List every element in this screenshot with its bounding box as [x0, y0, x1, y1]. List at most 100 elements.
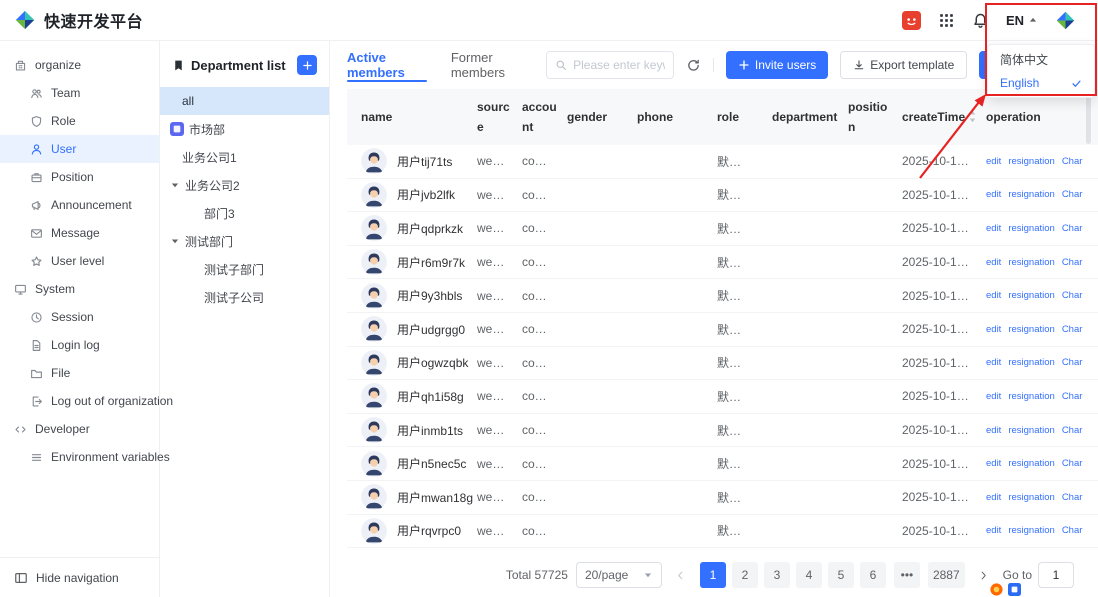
change-department-link[interactable]: Char: [1062, 257, 1083, 268]
change-department-link[interactable]: Char: [1062, 425, 1083, 436]
invite-users-button[interactable]: Invite users: [726, 51, 828, 79]
edit-link[interactable]: edit: [986, 223, 1001, 234]
department-item-测试子部门[interactable]: 测试子部门: [160, 255, 329, 283]
edit-link[interactable]: edit: [986, 189, 1001, 200]
table-row: 用户qdprkzkwe…co…默…2025-10-1…editresignati…: [347, 212, 1098, 246]
edit-link[interactable]: edit: [986, 425, 1001, 436]
sidebar-item-login-log[interactable]: Login log: [0, 331, 159, 359]
page-button-4[interactable]: 4: [796, 562, 822, 588]
column-header-account: account: [522, 97, 567, 138]
change-department-link[interactable]: Char: [1062, 290, 1083, 301]
change-department-link[interactable]: Char: [1062, 324, 1083, 335]
hide-navigation-button[interactable]: Hide navigation: [0, 557, 159, 597]
change-department-link[interactable]: Char: [1062, 357, 1083, 368]
refresh-icon[interactable]: [686, 58, 701, 73]
column-header-createTime[interactable]: createTime: [902, 107, 986, 127]
sidebar-item-user[interactable]: User: [0, 135, 159, 163]
search-input[interactable]: [573, 58, 665, 72]
resignation-link[interactable]: resignation: [1008, 357, 1054, 368]
page-button-5[interactable]: 5: [828, 562, 854, 588]
edit-link[interactable]: edit: [986, 257, 1001, 268]
prev-page-button[interactable]: [670, 562, 692, 588]
user-avatar: [361, 249, 387, 275]
department-item-市场部[interactable]: 市场部: [160, 115, 329, 143]
sidebar-item-environment-variables[interactable]: Environment variables: [0, 443, 159, 471]
more-pages-button[interactable]: •••: [894, 562, 920, 588]
edit-link[interactable]: edit: [986, 391, 1001, 402]
resignation-link[interactable]: resignation: [1008, 257, 1054, 268]
edit-link[interactable]: edit: [986, 492, 1001, 503]
edit-link[interactable]: edit: [986, 324, 1001, 335]
resignation-link[interactable]: resignation: [1008, 492, 1054, 503]
edit-link[interactable]: edit: [986, 357, 1001, 368]
apps-grid-icon[interactable]: [938, 12, 955, 29]
cell-name: 用户tij71ts: [347, 148, 477, 174]
cell-role: 默…: [717, 186, 772, 203]
edit-link[interactable]: edit: [986, 525, 1001, 536]
edit-link[interactable]: edit: [986, 290, 1001, 301]
department-item-测试部门[interactable]: 测试部门: [160, 227, 329, 255]
resignation-link[interactable]: resignation: [1008, 525, 1054, 536]
sidebar-item-file[interactable]: File: [0, 359, 159, 387]
change-department-link[interactable]: Char: [1062, 391, 1083, 402]
resignation-link[interactable]: resignation: [1008, 156, 1054, 167]
sidebar-item-label: Session: [51, 310, 94, 324]
add-department-button[interactable]: [297, 55, 317, 75]
sidebar-item-message[interactable]: Message: [0, 219, 159, 247]
goto-page-input[interactable]: [1038, 562, 1074, 588]
sidebar-item-developer[interactable]: Developer: [0, 415, 159, 443]
cell-role: 默…: [717, 522, 772, 539]
tray-browser-icon[interactable]: [990, 583, 1003, 596]
department-item-业务公司2[interactable]: 业务公司2: [160, 171, 329, 199]
user-avatar: [361, 283, 387, 309]
last-page-button[interactable]: 2887: [928, 562, 965, 588]
sidebar-item-team[interactable]: Team: [0, 79, 159, 107]
edit-link[interactable]: edit: [986, 458, 1001, 469]
resignation-link[interactable]: resignation: [1008, 189, 1054, 200]
change-department-link[interactable]: Char: [1062, 156, 1083, 167]
resignation-link[interactable]: resignation: [1008, 324, 1054, 335]
table-scrollbar[interactable]: [1086, 92, 1091, 144]
language-switcher[interactable]: EN: [1006, 13, 1038, 28]
change-department-link[interactable]: Char: [1062, 525, 1083, 536]
page-button-1[interactable]: 1: [700, 562, 726, 588]
department-item-部门3[interactable]: 部门3: [160, 199, 329, 227]
edit-link[interactable]: edit: [986, 156, 1001, 167]
page-button-2[interactable]: 2: [732, 562, 758, 588]
change-department-link[interactable]: Char: [1062, 189, 1083, 200]
page-button-3[interactable]: 3: [764, 562, 790, 588]
sidebar-item-position[interactable]: Position: [0, 163, 159, 191]
change-department-link[interactable]: Char: [1062, 458, 1083, 469]
sidebar-item-session[interactable]: Session: [0, 303, 159, 331]
sidebar-item-log-out-of-organization[interactable]: Log out of organization: [0, 387, 159, 415]
sidebar-item-announcement[interactable]: Announcement: [0, 191, 159, 219]
resignation-link[interactable]: resignation: [1008, 458, 1054, 469]
language-option-简体中文[interactable]: 简体中文: [988, 47, 1094, 71]
sidebar-item-system[interactable]: System: [0, 275, 159, 303]
cell-name: 用户inmb1ts: [347, 417, 477, 443]
resignation-link[interactable]: resignation: [1008, 391, 1054, 402]
sidebar-item-user-level[interactable]: User level: [0, 247, 159, 275]
change-department-link[interactable]: Char: [1062, 492, 1083, 503]
notification-bell-icon[interactable]: [972, 12, 989, 29]
table-row: 用户ogwzqbkwe…co…默…2025-10-1…editresignati…: [347, 347, 1098, 381]
tray-app-icon[interactable]: [1008, 583, 1021, 596]
department-item-业务公司1[interactable]: 业务公司1: [160, 143, 329, 171]
resignation-link[interactable]: resignation: [1008, 290, 1054, 301]
column-header-operation: operation: [986, 107, 1098, 127]
user-avatar-icon[interactable]: [902, 11, 921, 30]
tree-caret-icon: [170, 236, 180, 246]
page-button-6[interactable]: 6: [860, 562, 886, 588]
language-option-english[interactable]: English: [988, 71, 1094, 95]
tab-former-members[interactable]: Former members: [451, 41, 530, 89]
sidebar-item-role[interactable]: Role: [0, 107, 159, 135]
resignation-link[interactable]: resignation: [1008, 223, 1054, 234]
sidebar-item-organize[interactable]: organize: [0, 51, 159, 79]
tab-active-members[interactable]: Active members: [347, 41, 427, 89]
resignation-link[interactable]: resignation: [1008, 425, 1054, 436]
change-department-link[interactable]: Char: [1062, 223, 1083, 234]
department-item-all[interactable]: all: [160, 87, 329, 115]
page-size-select[interactable]: 20/page: [576, 562, 662, 588]
export-template-button[interactable]: Export template: [840, 51, 967, 79]
department-item-测试子公司[interactable]: 测试子公司: [160, 283, 329, 311]
